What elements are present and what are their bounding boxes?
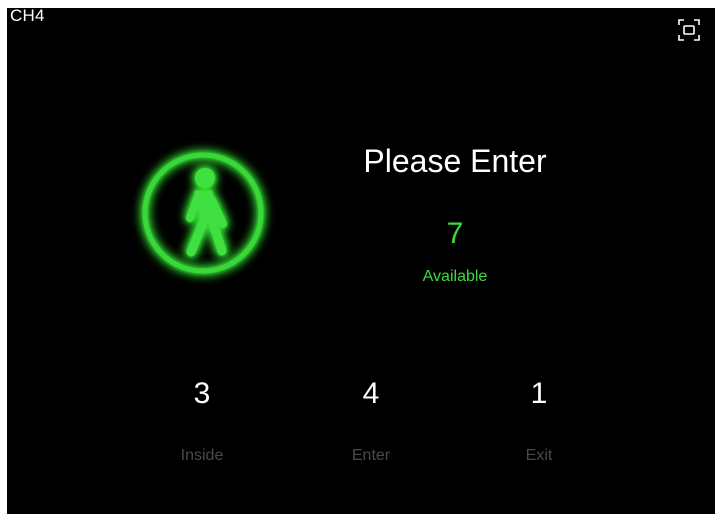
fullscreen-button[interactable] bbox=[678, 19, 700, 41]
status-title: Please Enter bbox=[363, 143, 547, 179]
inside-counter: 3 Inside bbox=[132, 376, 272, 466]
people-counting-display: CH4 Please Enter 7 Available 3 Inside 4 … bbox=[7, 6, 715, 514]
available-count: 7 bbox=[446, 217, 464, 250]
status-badge bbox=[138, 148, 268, 278]
available-label: Available bbox=[422, 268, 488, 285]
walking-person-icon bbox=[142, 152, 264, 274]
inside-label: Inside bbox=[180, 447, 224, 464]
channel-label: CH4 bbox=[10, 6, 45, 25]
inside-count: 3 bbox=[193, 377, 211, 410]
fullscreen-icon bbox=[678, 19, 700, 41]
enter-counter: 4 Enter bbox=[301, 376, 441, 466]
exit-label: Exit bbox=[525, 447, 553, 464]
enter-count: 4 bbox=[362, 377, 380, 410]
exit-count: 1 bbox=[530, 377, 548, 410]
enter-label: Enter bbox=[351, 447, 391, 464]
exit-counter: 1 Exit bbox=[469, 376, 609, 466]
